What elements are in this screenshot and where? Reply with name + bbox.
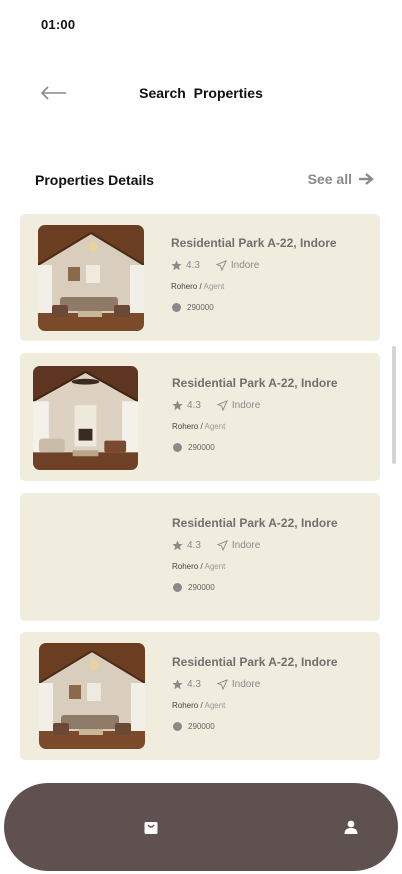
- star-icon: [172, 400, 183, 411]
- see-all-label: See all: [307, 171, 352, 187]
- agent-role: Agent: [204, 701, 226, 710]
- see-all-link[interactable]: See all: [308, 171, 374, 187]
- shopping-bag-icon: [144, 822, 158, 834]
- property-name: Residential Park A-22, Indore: [172, 516, 338, 530]
- property-rating: 4.3: [187, 540, 201, 551]
- property-rating: 4.3: [187, 400, 201, 411]
- property-rating: 4.3: [187, 679, 201, 690]
- property-card[interactable]: Residential Park A-22, Indore 4.3 Indore…: [20, 214, 380, 341]
- nav-shop-button[interactable]: [136, 812, 166, 842]
- property-name: Residential Park A-22, Indore: [172, 655, 338, 669]
- section-title: Properties Details: [35, 172, 155, 188]
- property-location: Indore: [231, 540, 261, 551]
- status-time: 01:00: [41, 17, 76, 32]
- agent-name: Rohero: [172, 422, 199, 431]
- send-icon: [216, 400, 228, 411]
- property-card[interactable]: Residential Park A-22, Indore 4.3 Indore…: [20, 353, 380, 481]
- star-icon: [172, 679, 183, 690]
- property-location: Indore: [231, 400, 261, 411]
- agent-name: Rohero: [172, 562, 199, 571]
- star-icon: [171, 260, 182, 271]
- agent-role: Agent: [204, 562, 226, 571]
- agent-name: Rohero: [172, 701, 199, 710]
- user-icon: [344, 820, 358, 834]
- send-icon: [216, 540, 228, 551]
- arrow-right-icon: [359, 173, 374, 185]
- property-location: Indore: [231, 679, 261, 690]
- property-price: 290000: [188, 443, 215, 452]
- property-rating: 4.3: [186, 260, 200, 271]
- price-icon: [173, 722, 182, 731]
- price-icon: [173, 583, 182, 592]
- send-icon: [215, 260, 227, 271]
- property-card[interactable]: Residential Park A-22, Indore 4.3 Indore…: [20, 632, 380, 760]
- agent-role: Agent: [204, 422, 226, 431]
- price-icon: [173, 443, 182, 452]
- property-price: 290000: [188, 583, 215, 592]
- property-name: Residential Park A-22, Indore: [171, 236, 337, 250]
- price-icon: [172, 303, 181, 312]
- property-price: 290000: [188, 722, 215, 731]
- property-location: Indore: [230, 260, 260, 271]
- page-title: Search Properties: [139, 85, 263, 101]
- agent-role: Agent: [203, 282, 225, 291]
- property-image: [38, 225, 144, 331]
- scrollbar[interactable]: [392, 346, 396, 464]
- agent-name: Rohero: [171, 282, 198, 291]
- send-icon: [216, 679, 228, 690]
- property-name: Residential Park A-22, Indore: [172, 376, 338, 390]
- property-image: [33, 366, 138, 470]
- star-icon: [172, 540, 183, 551]
- property-image: [39, 643, 145, 749]
- property-price: 290000: [187, 303, 214, 312]
- property-card[interactable]: Residential Park A-22, Indore 4.3 Indore…: [20, 493, 380, 621]
- bottom-nav: [4, 783, 398, 871]
- nav-profile-button[interactable]: [336, 812, 366, 842]
